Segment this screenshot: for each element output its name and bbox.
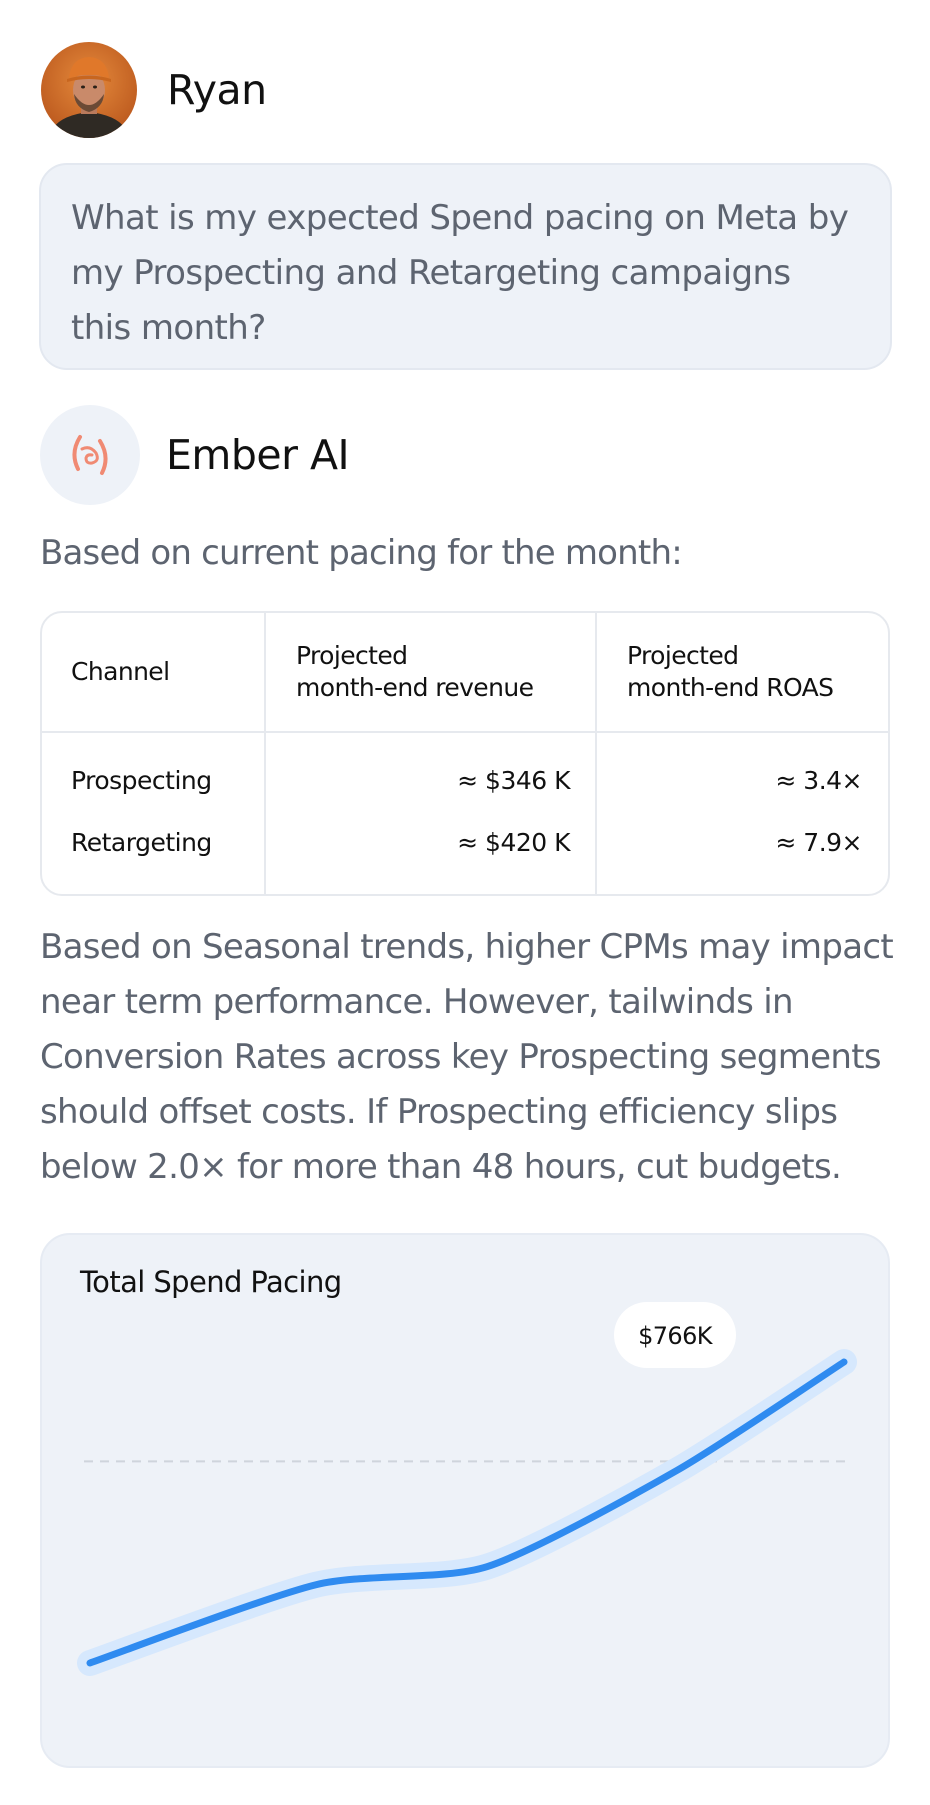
spend-pacing-chart-card: Total Spend Pacing $766K <box>40 1233 890 1768</box>
spend-pacing-chart: $766K <box>77 1302 857 1676</box>
table-column-divider <box>595 613 597 894</box>
assistant-name: Ember AI <box>166 431 350 479</box>
table-header-channel: Channel <box>71 657 170 686</box>
table-cell-channel: Retargeting <box>71 828 212 857</box>
table-cell-revenue: ≈ $346 K <box>457 766 570 795</box>
table-cell-roas: ≈ 7.9× <box>775 828 862 857</box>
assistant-analysis-text: Based on Seasonal trends, higher CPMs ma… <box>40 927 894 1187</box>
table-column-divider <box>264 613 266 894</box>
assistant-intro-text: Based on current pacing for the month: <box>40 533 683 573</box>
chat-page: Ryan What is my expected Spend pacing on… <box>0 0 930 1805</box>
table-cell-revenue: ≈ $420 K <box>457 828 570 857</box>
user-question-text: What is my expected Spend pacing on Meta… <box>71 198 849 348</box>
table-cell-roas: ≈ 3.4× <box>775 766 862 795</box>
ember-logo-icon <box>40 405 140 505</box>
user-name: Ryan <box>167 66 267 114</box>
table-header-roas: Projected month-end ROAS <box>627 641 834 702</box>
user-message-bubble: What is my expected Spend pacing on Meta… <box>39 163 892 370</box>
table-header-revenue: Projected month-end revenue <box>296 641 534 702</box>
table-header-divider <box>42 731 888 733</box>
table-cell-channel: Prospecting <box>71 766 212 795</box>
avatar <box>41 42 137 138</box>
user-message-header: Ryan <box>41 42 267 138</box>
projection-table: Channel Projected month-end revenue Proj… <box>40 611 890 896</box>
value-callout-label: $766K <box>638 1322 714 1350</box>
assistant-message-header: Ember AI <box>40 405 350 505</box>
series-line-halo <box>77 1349 857 1676</box>
